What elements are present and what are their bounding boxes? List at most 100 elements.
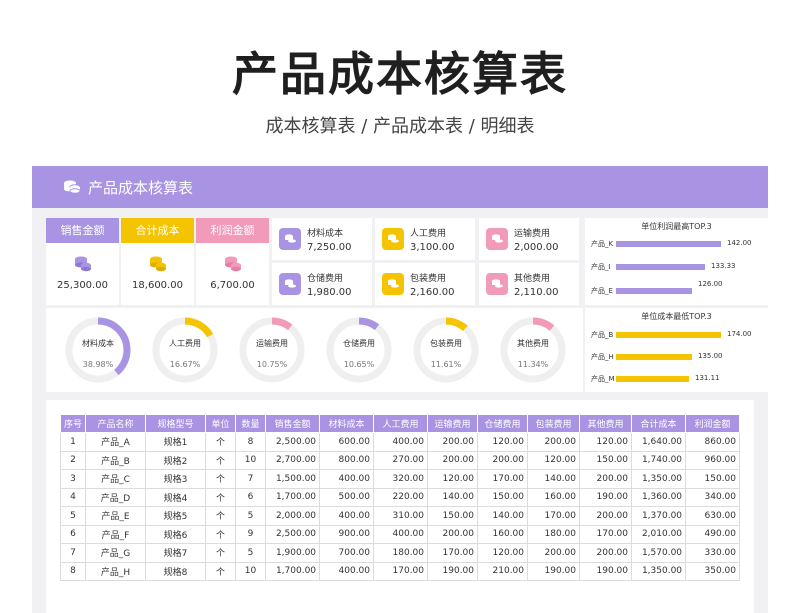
rank-bar bbox=[616, 288, 692, 294]
table-cell: 产品_F bbox=[85, 524, 147, 544]
table-cell: 5 bbox=[235, 543, 267, 563]
table-cell: 140.00 bbox=[427, 487, 479, 507]
table-cell: 400.00 bbox=[373, 432, 429, 452]
rank-label: 产品_M bbox=[591, 375, 615, 383]
cost-name: 人工费用 bbox=[410, 229, 447, 239]
table-cell: 490.00 bbox=[685, 524, 741, 544]
detail-table: 序号 产品名称 规格型号 单位 数量 销售金额 材料成本 人工费用 运输费用 仓储费用 包装费用 其他… bbox=[59, 414, 741, 581]
table-body: 1 产品_A 规格1 个 8 2,500.00 600.00 400.00 200.00 120.… bbox=[59, 432, 741, 581]
table-cell: 5 bbox=[59, 506, 87, 526]
table-cell: 1,740.00 bbox=[631, 450, 687, 470]
table-cell: 190.00 bbox=[427, 561, 479, 581]
table-cell: 规格5 bbox=[145, 506, 207, 526]
table-cell: 170.00 bbox=[373, 561, 429, 581]
ring-charts: 材料成本 38.98% 人工费用 16.67% 运输费用 10.75% 仓储费用… bbox=[46, 308, 583, 392]
table-cell: 170.00 bbox=[527, 506, 581, 526]
table-row: 5 产品_E 规格5 个 5 2,000.00 400.00 310.00 150.00 140.… bbox=[59, 506, 741, 526]
rank-label: 产品_K bbox=[591, 240, 614, 248]
table-row: 4 产品_D 规格4 个 6 1,700.00 500.00 220.00 140.00 150.… bbox=[59, 487, 741, 507]
table-cell: 350.00 bbox=[685, 561, 741, 581]
table-cell: 1,700.00 bbox=[265, 487, 321, 507]
column-header: 单位 bbox=[205, 414, 237, 433]
sheet-header: 产品成本核算表 bbox=[32, 166, 768, 208]
cost-card-transport: 运输费用 2,000.00 bbox=[479, 218, 579, 260]
cost-card-storage: 仓储费用 1,980.00 bbox=[272, 263, 372, 305]
table-cell: 个 bbox=[205, 506, 237, 526]
table-cell: 160.00 bbox=[477, 524, 529, 544]
column-header: 序号 bbox=[59, 414, 87, 433]
ring-percent: 10.65% bbox=[343, 360, 375, 369]
ring-chart: 其他费用 11.34% bbox=[499, 316, 567, 384]
table-cell: 个 bbox=[205, 432, 237, 452]
cost-value: 2,160.00 bbox=[410, 287, 455, 298]
summary-value: 6,700.00 bbox=[210, 280, 255, 291]
table-cell: 200.00 bbox=[579, 506, 633, 526]
table-cell: 规格1 bbox=[145, 432, 207, 452]
ring-chart: 人工费用 16.67% bbox=[151, 316, 219, 384]
table-cell: 190.00 bbox=[579, 561, 633, 581]
table-cell: 200.00 bbox=[427, 450, 479, 470]
table-cell: 规格4 bbox=[145, 487, 207, 507]
table-cell: 个 bbox=[205, 524, 237, 544]
table-row: 3 产品_C 规格3 个 7 1,500.00 400.00 320.00 120.00 170.… bbox=[59, 469, 741, 489]
column-header: 销售金额 bbox=[265, 414, 321, 433]
ring-percent: 10.75% bbox=[256, 360, 288, 369]
cost-name: 材料成本 bbox=[307, 229, 344, 239]
table-cell: 200.00 bbox=[477, 450, 529, 470]
table-cell: 产品_B bbox=[85, 450, 147, 470]
table-cell: 产品_A bbox=[85, 432, 147, 452]
coins-icon bbox=[279, 228, 301, 250]
column-header: 材料成本 bbox=[319, 414, 375, 433]
table-cell: 2,500.00 bbox=[265, 524, 321, 544]
column-header: 运输费用 bbox=[427, 414, 479, 433]
summary-value: 25,300.00 bbox=[57, 280, 108, 291]
table-cell: 1,350.00 bbox=[631, 561, 687, 581]
coins-icon bbox=[382, 228, 404, 250]
rank-value: 133.33 bbox=[711, 262, 736, 270]
table-cell: 210.00 bbox=[477, 561, 529, 581]
table-cell: 200.00 bbox=[527, 543, 581, 563]
table-cell: 400.00 bbox=[373, 524, 429, 544]
table-cell: 400.00 bbox=[319, 506, 375, 526]
table-cell: 170.00 bbox=[579, 524, 633, 544]
rank-label: 产品_B bbox=[591, 331, 614, 339]
summary-cost: 合计成本 18,600.00 bbox=[121, 218, 194, 305]
detail-table-panel: 序号 产品名称 规格型号 单位 数量 销售金额 材料成本 人工费用 运输费用 仓储费用 包装费用 其他… bbox=[46, 400, 754, 613]
coins-icon bbox=[486, 228, 508, 250]
ring-label: 其他费用 bbox=[517, 339, 549, 348]
cost-value: 3,100.00 bbox=[410, 242, 455, 253]
table-cell: 200.00 bbox=[527, 432, 581, 452]
column-header: 利润金额 bbox=[685, 414, 741, 433]
table-cell: 规格7 bbox=[145, 543, 207, 563]
table-cell: 310.00 bbox=[373, 506, 429, 526]
coins-icon bbox=[279, 273, 301, 295]
coins-icon bbox=[147, 254, 169, 274]
table-cell: 3 bbox=[59, 469, 87, 489]
page-subtitle: 成本核算表 / 产品成本表 / 明细表 bbox=[265, 116, 535, 137]
ring-label: 人工费用 bbox=[169, 339, 201, 348]
cost-name: 运输费用 bbox=[514, 229, 551, 239]
table-cell: 规格3 bbox=[145, 469, 207, 489]
table-cell: 1,360.00 bbox=[631, 487, 687, 507]
table-cell: 7 bbox=[235, 469, 267, 489]
sheet-title: 产品成本核算表 bbox=[88, 178, 194, 197]
coins-icon bbox=[382, 273, 404, 295]
cost-name: 仓储费用 bbox=[307, 274, 344, 284]
column-header: 产品名称 bbox=[85, 414, 147, 433]
table-cell: 600.00 bbox=[319, 432, 375, 452]
column-header: 合计成本 bbox=[631, 414, 687, 433]
table-cell: 800.00 bbox=[319, 450, 375, 470]
summary-value: 18,600.00 bbox=[132, 280, 183, 291]
table-cell: 160.00 bbox=[527, 487, 581, 507]
table-cell: 190.00 bbox=[527, 561, 581, 581]
summary-label: 合计成本 bbox=[121, 218, 194, 243]
table-cell: 9 bbox=[235, 524, 267, 544]
table-cell: 8 bbox=[59, 561, 87, 581]
low-cost-chart: 单位成本最低TOP.3 产品_B 174.00 产品_H 135.00 产品_M… bbox=[585, 308, 768, 392]
table-cell: 140.00 bbox=[477, 506, 529, 526]
cost-value: 7,250.00 bbox=[307, 242, 352, 253]
table-cell: 200.00 bbox=[427, 432, 479, 452]
rank-value: 135.00 bbox=[698, 352, 723, 360]
table-cell: 180.00 bbox=[373, 543, 429, 563]
summary-profit: 利润金额 6,700.00 bbox=[196, 218, 269, 305]
